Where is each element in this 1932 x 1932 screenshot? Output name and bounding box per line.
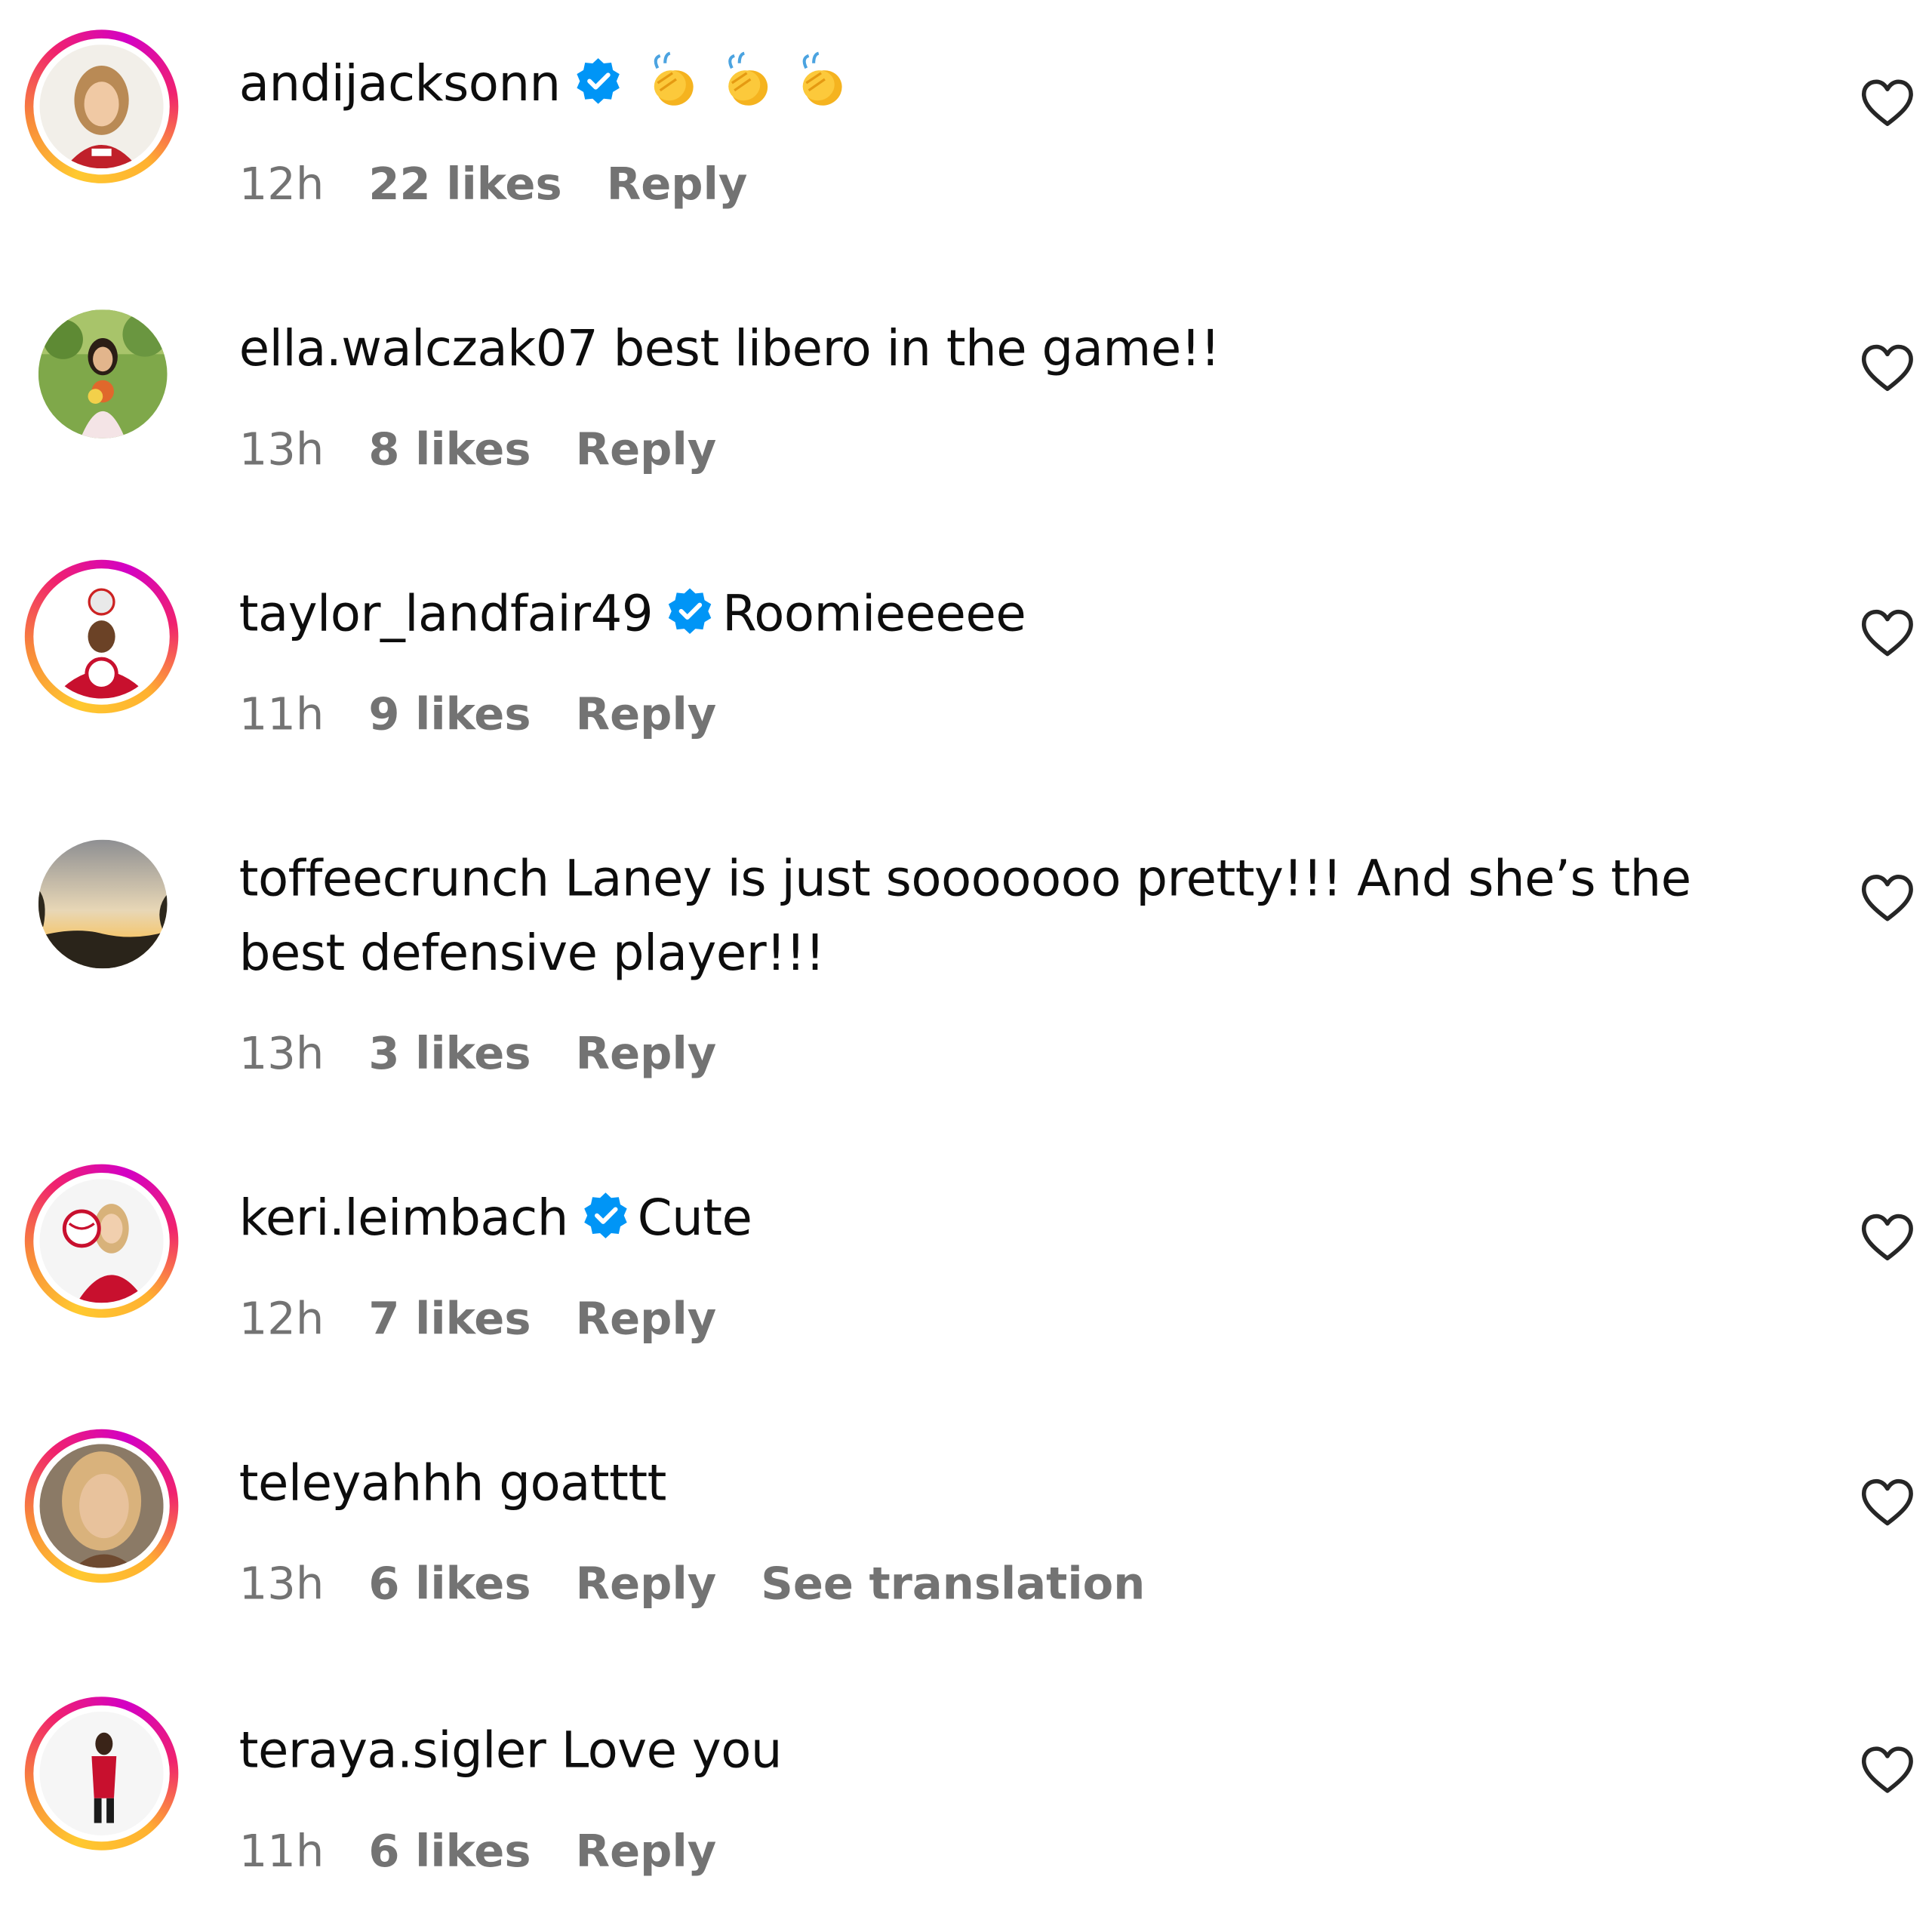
verified-badge-icon xyxy=(573,56,623,106)
comment-item: toffeecrunch Laney is just sooooooo pret… xyxy=(0,795,1932,1130)
username[interactable]: teraya.sigler xyxy=(239,1723,546,1780)
likes-count[interactable]: 22 likes xyxy=(368,160,561,211)
likes-count[interactable]: 7 likes xyxy=(368,1294,531,1345)
comment-body: Love you xyxy=(561,1722,783,1780)
timestamp[interactable]: 12h xyxy=(239,160,325,211)
username[interactable]: taylor_landfair49 xyxy=(239,586,654,642)
avatar[interactable] xyxy=(24,1697,179,1850)
avatar-photo xyxy=(38,839,168,969)
likes-count[interactable]: 6 likes xyxy=(368,1827,531,1878)
reply-button[interactable]: Reply xyxy=(576,1029,717,1080)
timestamp[interactable]: 12h xyxy=(239,1294,325,1345)
comment-meta: 12h 7 likes Reply xyxy=(239,1293,761,1347)
comment-text: taylor_landfair49 Roomieeeee xyxy=(239,577,1750,651)
heart-outline-icon[interactable] xyxy=(1858,605,1918,664)
avatar[interactable] xyxy=(38,309,168,438)
heart-outline-icon[interactable] xyxy=(1858,869,1918,929)
comment-body: goatttt xyxy=(499,1455,666,1512)
comments-list: andijacksonn 12h 22 likes Reply ella.wal… xyxy=(0,0,1932,1932)
comment-text: teleyahhh goatttt xyxy=(239,1447,1750,1521)
clapping-hands-emoji xyxy=(714,48,778,112)
reply-button[interactable]: Reply xyxy=(576,1827,717,1878)
heart-outline-icon[interactable] xyxy=(1858,74,1918,134)
comment-text: ella.walczak07 best libero in the game!! xyxy=(239,312,1750,386)
likes-count[interactable]: 8 likes xyxy=(368,425,531,475)
username[interactable]: andijacksonn xyxy=(239,56,561,112)
comment-item: taylor_landfair49 Roomieeeee 11h 9 likes Re… xyxy=(0,530,1932,790)
comment-meta: 13h 8 likes Reply xyxy=(239,423,761,478)
avatar-photo xyxy=(39,45,164,169)
see-translation-button[interactable]: See translation xyxy=(761,1559,1145,1610)
timestamp[interactable]: 11h xyxy=(239,1827,325,1878)
avatar-photo xyxy=(39,1711,164,1836)
comment-item: andijacksonn 12h 22 likes Reply xyxy=(0,0,1932,260)
verified-badge-icon xyxy=(666,586,715,635)
timestamp[interactable]: 13h xyxy=(239,1559,325,1610)
comment-body: Cute xyxy=(637,1190,752,1247)
username[interactable]: teleyahhh xyxy=(239,1455,485,1512)
reply-button[interactable]: Reply xyxy=(576,1294,717,1345)
likes-count[interactable]: 3 likes xyxy=(368,1029,531,1080)
username[interactable]: ella.walczak07 xyxy=(239,321,598,377)
comment-meta: 11h 6 likes Reply xyxy=(239,1826,761,1880)
avatar[interactable] xyxy=(24,29,179,183)
comment-item: ella.walczak07 best libero in the game!!… xyxy=(0,265,1932,525)
avatar[interactable] xyxy=(24,1429,179,1583)
likes-count[interactable]: 6 likes xyxy=(368,1559,531,1610)
comment-item: teleyahhh goatttt 13h 6 likes Reply See tra… xyxy=(0,1399,1932,1660)
avatar-photo xyxy=(39,1179,164,1303)
username[interactable]: keri.leimbach xyxy=(239,1190,569,1247)
avatar-photo xyxy=(39,1444,164,1568)
reply-button[interactable]: Reply xyxy=(607,160,748,211)
verified-badge-icon xyxy=(580,1190,630,1240)
comment-text: toffeecrunch Laney is just sooooooo pret… xyxy=(239,842,1725,991)
likes-count[interactable]: 9 likes xyxy=(368,690,531,740)
timestamp[interactable]: 13h xyxy=(239,425,325,475)
comment-meta: 13h 3 likes Reply xyxy=(239,1028,761,1082)
avatar[interactable] xyxy=(38,839,168,969)
comment-meta: 13h 6 likes Reply See translation xyxy=(239,1558,1190,1612)
comment-meta: 11h 9 likes Reply xyxy=(239,688,761,743)
comment-item: teraya.sigler Love you 11h 6 likes Reply xyxy=(0,1667,1932,1927)
comment-body: Roomieeeee xyxy=(722,586,1026,643)
clapping-hands-emoji xyxy=(789,48,853,112)
reply-button[interactable]: Reply xyxy=(576,1559,717,1610)
comment-text: keri.leimbach Cute xyxy=(239,1182,1750,1256)
reply-button[interactable]: Reply xyxy=(576,425,717,475)
clapping-hands-emoji xyxy=(640,48,704,112)
comment-meta: 12h 22 likes Reply xyxy=(239,158,792,213)
comment-text: andijacksonn xyxy=(239,47,1750,121)
heart-outline-icon[interactable] xyxy=(1858,1741,1918,1801)
avatar-photo xyxy=(39,574,164,699)
username[interactable]: toffeecrunch xyxy=(239,851,549,907)
comment-item: keri.leimbach Cute 12h 7 likes Reply xyxy=(0,1134,1932,1395)
heart-outline-icon[interactable] xyxy=(1858,1209,1918,1269)
reply-button[interactable]: Reply xyxy=(576,690,717,740)
comment-text: teraya.sigler Love you xyxy=(239,1714,1750,1788)
timestamp[interactable]: 11h xyxy=(239,690,325,740)
heart-outline-icon[interactable] xyxy=(1858,340,1918,399)
avatar[interactable] xyxy=(24,559,179,714)
timestamp[interactable]: 13h xyxy=(239,1029,325,1080)
comment-body: best libero in the game!! xyxy=(613,321,1220,378)
avatar-photo xyxy=(38,309,168,438)
avatar[interactable] xyxy=(24,1164,179,1318)
heart-outline-icon[interactable] xyxy=(1858,1474,1918,1534)
